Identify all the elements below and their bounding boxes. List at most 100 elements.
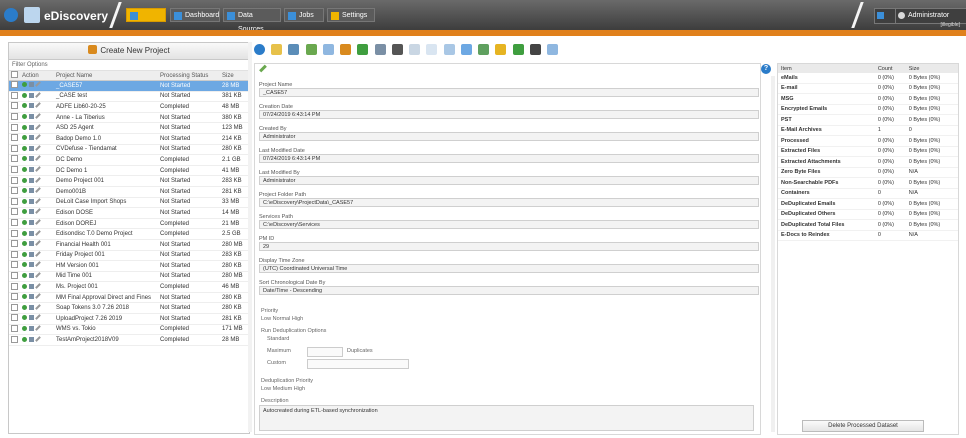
edit-project-icon[interactable]: [35, 187, 42, 194]
field-value-input[interactable]: 29: [259, 242, 759, 251]
row-select[interactable]: [9, 144, 20, 156]
row-project-name[interactable]: Ms. Project 001: [54, 281, 158, 293]
open-project-icon[interactable]: [22, 103, 27, 109]
row-project-name[interactable]: _CASE test: [54, 91, 158, 103]
project-settings-icon[interactable]: [28, 92, 34, 98]
table-row[interactable]: WMS vs. Tokio Completed 171 MB: [9, 324, 249, 336]
dedup-level-options[interactable]: Low Medium High: [261, 386, 305, 392]
edit-project-icon[interactable]: [35, 219, 42, 225]
table-row[interactable]: Soap Tokens 3.0 7.26 2018 Not Started 280 …: [9, 302, 249, 315]
row-project-name[interactable]: Anne - La Tiberius: [54, 112, 158, 124]
row-project-name[interactable]: Mid Time 001: [54, 271, 158, 283]
table-row[interactable]: Badop Demo 1.0 Not Started 214 KB: [9, 133, 249, 145]
app-menu-icon[interactable]: [4, 8, 18, 22]
edit-project-icon[interactable]: [35, 335, 42, 342]
row-checkbox[interactable]: [11, 335, 18, 343]
table-row[interactable]: DC Demo Completed 2.1 GB: [9, 154, 249, 166]
pencil-icon[interactable]: [478, 44, 490, 55]
table-row[interactable]: Edison DOREJ Completed 21 MB: [9, 218, 249, 230]
edit-project-icon[interactable]: [35, 176, 42, 183]
row-project-name[interactable]: Demo Project 001: [54, 175, 158, 187]
field-value-input[interactable]: Administrator: [259, 176, 759, 185]
table-row[interactable]: Edisondisc T.0 Demo Project Completed 2.5 …: [9, 228, 249, 240]
row-checkbox[interactable]: [11, 102, 18, 110]
row-checkbox[interactable]: [11, 197, 18, 205]
list-icon[interactable]: [460, 44, 472, 55]
nav-jobs[interactable]: Jobs: [284, 8, 324, 22]
chart-icon[interactable]: [443, 44, 455, 55]
open-project-icon[interactable]: [22, 241, 27, 247]
row-checkbox[interactable]: [11, 314, 18, 322]
row-select[interactable]: [9, 101, 20, 113]
row-checkbox[interactable]: [11, 144, 18, 152]
project-settings-icon[interactable]: [28, 82, 34, 88]
field-value-input[interactable]: 07/24/2019 6:43:14 PM: [259, 110, 759, 119]
document-icon[interactable]: [271, 44, 283, 55]
row-checkbox[interactable]: [11, 219, 18, 227]
row-project-name[interactable]: DC Demo 1: [54, 165, 158, 177]
row-select[interactable]: [9, 91, 20, 103]
edit-project-icon[interactable]: [35, 134, 42, 141]
lock-icon[interactable]: [495, 44, 507, 55]
row-select[interactable]: [9, 271, 20, 283]
edit-pencil-icon[interactable]: [259, 64, 267, 73]
project-settings-icon[interactable]: [28, 145, 34, 151]
zoom-icon[interactable]: [546, 44, 558, 55]
row-select[interactable]: [9, 313, 20, 325]
row-project-name[interactable]: CVDefuse - Tiendamat: [54, 144, 158, 156]
row-select[interactable]: [9, 281, 20, 293]
row-select[interactable]: [9, 324, 20, 336]
edit-project-icon[interactable]: [35, 250, 42, 257]
edit-project-icon[interactable]: [35, 123, 42, 130]
open-project-icon[interactable]: [22, 272, 27, 278]
table-row[interactable]: Demo Project 001 Not Started 283 KB: [9, 175, 249, 187]
dedup-option-standard[interactable]: Standard: [267, 336, 289, 342]
project-settings-icon[interactable]: [28, 304, 34, 310]
project-settings-icon[interactable]: [28, 209, 34, 215]
edit-project-icon[interactable]: [35, 303, 42, 310]
nav-dashboard[interactable]: Dashboard: [170, 8, 220, 22]
row-checkbox[interactable]: [11, 166, 18, 174]
edit-project-icon[interactable]: [35, 325, 42, 331]
select-all-checkbox[interactable]: [11, 71, 18, 78]
project-settings-icon[interactable]: [28, 114, 34, 120]
field-value-input[interactable]: Administrator: [259, 132, 759, 141]
row-select[interactable]: [9, 80, 20, 92]
row-checkbox[interactable]: [11, 187, 18, 195]
edit-project-icon[interactable]: [35, 155, 42, 162]
open-project-icon[interactable]: [22, 251, 27, 257]
col-size[interactable]: Size: [220, 71, 249, 81]
help-icon[interactable]: ?: [761, 64, 771, 74]
project-settings-icon[interactable]: [28, 156, 34, 162]
row-checkbox[interactable]: [11, 123, 18, 131]
row-checkbox[interactable]: [11, 208, 18, 216]
row-select[interactable]: [9, 175, 20, 187]
project-settings-icon[interactable]: [28, 315, 34, 321]
dedup-custom-input[interactable]: [307, 359, 409, 369]
open-project-icon[interactable]: [22, 145, 27, 151]
row-project-name[interactable]: TestAmProject2018V09: [54, 334, 158, 346]
open-project-icon[interactable]: [22, 177, 27, 183]
open-project-icon[interactable]: [22, 220, 27, 226]
dedup-option-custom[interactable]: Custom: [267, 360, 286, 366]
table-row[interactable]: MM Final Approval Direct and Fines Not St…: [9, 292, 249, 304]
project-settings-icon[interactable]: [28, 198, 34, 204]
row-select[interactable]: [9, 239, 20, 251]
table-row[interactable]: ADFE Lib60-20-25 Completed 48 MB: [9, 101, 249, 113]
table-row[interactable]: DC Demo 1 Completed 41 MB: [9, 165, 249, 177]
row-project-name[interactable]: Badop Demo 1.0: [54, 133, 158, 145]
filter-options[interactable]: Filter Options: [9, 60, 249, 71]
table-row[interactable]: DeLoit Case Import Shops Not Started 33 MB: [9, 197, 249, 209]
edit-project-icon[interactable]: [35, 282, 42, 289]
edit-project-icon[interactable]: [35, 229, 42, 236]
open-project-icon[interactable]: [22, 325, 27, 331]
create-project-button[interactable]: Create New Project: [9, 43, 249, 60]
project-settings-icon[interactable]: [28, 177, 34, 183]
open-project-icon[interactable]: [22, 124, 27, 130]
info-icon[interactable]: [254, 44, 265, 55]
details-scrollbar[interactable]: [771, 76, 775, 432]
row-select[interactable]: [9, 292, 20, 304]
table-row[interactable]: _CASE57 Not Started 28 MB: [9, 80, 249, 92]
row-project-name[interactable]: MM Final Approval Direct and Fines: [54, 292, 158, 304]
edit-project-icon[interactable]: [35, 113, 42, 119]
